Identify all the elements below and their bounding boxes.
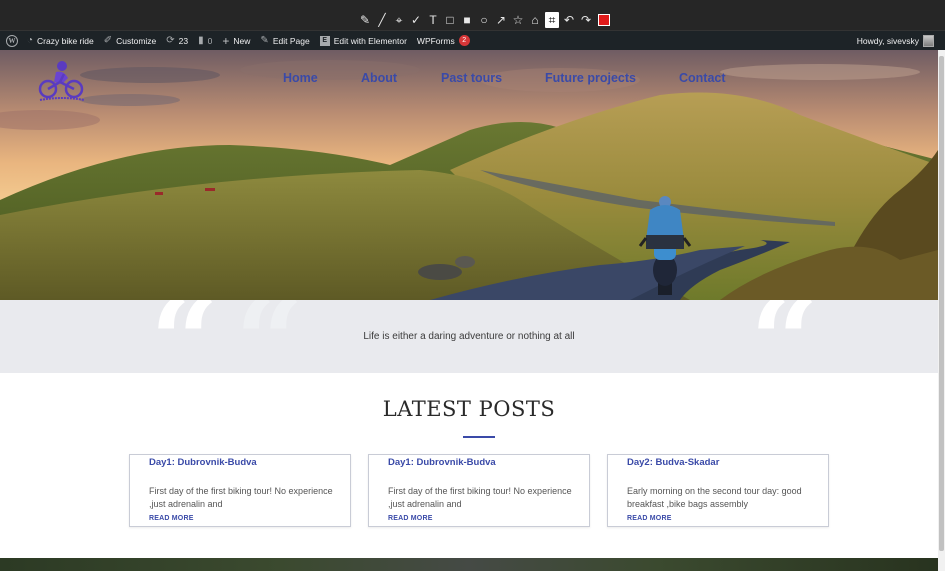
wpforms-badge: 2 xyxy=(458,35,470,46)
wordpress-logo-button[interactable]: W xyxy=(2,31,22,50)
main-navigation: Home About Past tours Future projects Co… xyxy=(0,71,938,87)
edit-elementor-label: Edit with Elementor xyxy=(333,35,407,46)
star-icon[interactable]: ☆ xyxy=(511,12,525,28)
post-card[interactable]: Day1: Dubrovnik-Budva First day of the f… xyxy=(368,454,590,527)
edit-page-link[interactable]: ✎ Edit Page xyxy=(255,31,314,50)
nav-future-projects[interactable]: Future projects xyxy=(545,71,636,85)
post-card[interactable]: Day2: Budva-Skadar Early morning on the … xyxy=(607,454,829,527)
text-icon[interactable]: T xyxy=(426,12,440,28)
scrollbar-thumb[interactable] xyxy=(939,56,944,551)
comments-count: 0 xyxy=(207,35,213,46)
page-scrollbar[interactable] xyxy=(938,50,945,571)
customize-label: Customize xyxy=(116,35,157,46)
nav-past-tours[interactable]: Past tours xyxy=(441,71,502,85)
read-more-link[interactable]: READ MORE xyxy=(149,515,194,522)
post-title[interactable]: Day1: Dubrovnik-Budva xyxy=(388,457,496,468)
latest-posts-heading: LATEST POSTS xyxy=(382,397,556,421)
avatar xyxy=(923,34,934,47)
wp-admin-bar: W ◔ Crazy bike ride ✐ Customize ⟳ 23 ▮ 0… xyxy=(0,31,945,50)
comments-link[interactable]: ▮ 0 xyxy=(193,31,217,50)
post-title[interactable]: Day1: Dubrovnik-Budva xyxy=(149,457,257,468)
pen-icon[interactable]: ✎ xyxy=(358,12,372,28)
color-swatch[interactable] xyxy=(598,14,610,26)
crop-icon[interactable]: ⌗ xyxy=(545,12,559,28)
read-more-link[interactable]: READ MORE xyxy=(627,515,672,522)
annotation-tools: ✎ ╱ ⌖ ✓ T □ ■ ○ ↗ ☆ ⌂ ⌗ ↶ ↷ xyxy=(358,11,610,29)
wpforms-link[interactable]: WPForms 2 xyxy=(412,31,475,50)
site-name-link[interactable]: ◔ Crazy bike ride xyxy=(22,31,99,50)
nav-home[interactable]: Home xyxy=(283,71,318,85)
wordpress-icon: W xyxy=(6,34,18,47)
arrow-icon[interactable]: ↗ xyxy=(494,12,508,28)
home-icon[interactable]: ⌂ xyxy=(528,12,542,28)
marker-icon[interactable]: ⌖ xyxy=(392,12,406,28)
quote-text: Life is either a daring adventure or not… xyxy=(363,331,575,342)
updates-icon: ⟳ xyxy=(166,34,175,46)
account-menu[interactable]: Howdy, sivevsky xyxy=(852,31,939,50)
new-label: New xyxy=(233,35,251,46)
circle-icon[interactable]: ○ xyxy=(477,12,491,28)
howdy-label: Howdy, sivevsky xyxy=(856,35,919,46)
check-icon[interactable]: ✓ xyxy=(409,12,423,28)
brush-icon: ✐ xyxy=(103,34,113,46)
pencil-icon: ✎ xyxy=(260,34,269,46)
read-more-link[interactable]: READ MORE xyxy=(388,515,433,522)
updates-count: 23 xyxy=(178,35,189,46)
nav-contact[interactable]: Contact xyxy=(679,71,726,85)
elementor-icon: E xyxy=(319,35,330,46)
hero-banner: Home About Past tours Future projects Co… xyxy=(0,50,938,300)
post-excerpt: First day of the first biking tour! No e… xyxy=(149,486,333,509)
annotation-toolbar: ✎ ╱ ⌖ ✓ T □ ■ ○ ↗ ☆ ⌂ ⌗ ↶ ↷ xyxy=(0,0,945,31)
heading-divider xyxy=(463,436,495,438)
new-content-link[interactable]: + New xyxy=(217,31,255,50)
page-content: Home About Past tours Future projects Co… xyxy=(0,50,938,571)
post-title[interactable]: Day2: Budva-Skadar xyxy=(627,457,719,468)
undo-icon[interactable]: ↶ xyxy=(562,12,576,28)
updates-link[interactable]: ⟳ 23 xyxy=(161,31,193,50)
dashboard-icon: ◔ xyxy=(27,34,34,46)
rectangle-filled-icon[interactable]: ■ xyxy=(460,12,474,28)
line-icon[interactable]: ╱ xyxy=(375,12,389,28)
edit-elementor-link[interactable]: E Edit with Elementor xyxy=(315,31,412,50)
nav-about[interactable]: About xyxy=(361,71,397,85)
customize-link[interactable]: ✐ Customize xyxy=(99,31,162,50)
comment-icon: ▮ xyxy=(198,34,204,46)
post-card[interactable]: Day1: Dubrovnik-Budva First day of the f… xyxy=(129,454,351,527)
hero-landscape-image xyxy=(0,50,938,300)
post-excerpt: First day of the first biking tour! No e… xyxy=(388,486,572,509)
rectangle-outline-icon[interactable]: □ xyxy=(443,12,457,28)
plus-icon: + xyxy=(222,33,230,48)
footer-background-image xyxy=(0,558,938,571)
redo-icon[interactable]: ↷ xyxy=(579,12,593,28)
edit-page-label: Edit Page xyxy=(272,35,310,46)
site-name-label: Crazy bike ride xyxy=(37,35,94,46)
quote-section: “ “ “ Life is either a daring adventure … xyxy=(0,300,938,373)
post-excerpt: Early morning on the second tour day: go… xyxy=(627,486,802,509)
wpforms-label: WPForms xyxy=(416,35,455,46)
